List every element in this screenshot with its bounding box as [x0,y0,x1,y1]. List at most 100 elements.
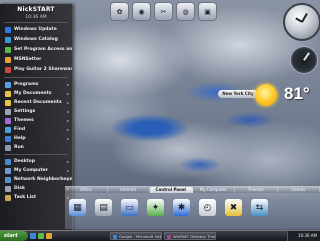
start-menu-header: NickSTART 10:36 AM [0,4,72,20]
msn-icon [5,57,11,63]
printer-icon[interactable]: ▤ [95,199,112,216]
submenu-arrow-icon: ▸ [67,116,69,125]
dock-msn-butterfly-button[interactable]: ✿ [110,2,129,21]
submenu-arrow-icon: ▸ [67,166,69,175]
menu-item-label: Set Program Access and ... [14,47,72,52]
ie-icon[interactable] [30,233,36,239]
menu-item-label: Help [14,136,26,141]
submenu-arrow-icon: ▸ [67,98,69,107]
menu-item-find[interactable]: Find▸ [0,125,72,134]
submenu-arrow-icon: ▸ [67,175,69,184]
tools-icon: ✂ [161,8,167,16]
menu-item-my-computer[interactable]: My Computer ▸ [0,166,72,175]
menu-item-network-neighborhood[interactable]: Network Neighborhood▸ [0,175,72,184]
menu-item-label: Settings [14,109,35,114]
quick-launch [30,233,52,239]
run-icon [5,145,11,151]
media-player-icon[interactable] [46,233,52,239]
taskbar: start Google - Microsoft Intern...WinRAR… [0,230,320,241]
menu-item-my-documents[interactable]: My Documents▸ [0,89,72,98]
menu-item-desktop[interactable]: Desktop ▸ [0,157,72,166]
menu-item-programs[interactable]: Programs ▸ [0,80,72,89]
network-icon[interactable]: ⇆ [251,199,268,216]
menu-item-windows-update[interactable]: Windows Update [0,25,72,35]
taskbar-button[interactable]: Google - Microsoft Intern... [110,232,162,240]
dock-globe-button[interactable]: ◍ [176,2,195,21]
menu-list: Programs▸My Documents▸Recent Documents▸S… [0,80,72,152]
submenu-arrow-icon: ▸ [67,134,69,143]
taskbar-button[interactable]: WinRAR: Desktop Theme... [164,232,216,240]
tab-my-computer[interactable]: My Computer [193,187,236,193]
tools-icon[interactable]: ✖ [225,199,242,216]
tab-control-panel[interactable]: Control Panel [150,187,193,193]
bottom-menu-list: Desktop▸My Computer▸Network Neighborhood… [0,157,72,202]
desktop-icon[interactable] [38,233,44,239]
add-remove-programs-icon[interactable]: ✦ [147,199,164,216]
start-menu: NickSTART 10:36 AM Windows UpdateWindows… [0,4,73,230]
guitar-icon [5,67,11,73]
globe-icon: ◍ [182,8,188,16]
pinned-list: Windows Update Windows Catalog Set Program… [0,25,72,75]
menu-item-label: Disk [14,186,25,191]
separator [4,77,68,78]
panel-tabs: OfficeInternetControl PanelMy ComputerTh… [65,187,320,194]
menu-item-run[interactable]: Run [0,143,72,152]
menu-item-label: Windows Catalog [14,37,58,42]
tab-internet[interactable]: Internet [108,187,151,193]
clock-icon[interactable]: ◴ [199,199,216,216]
menu-item-msnsetter[interactable]: MSNSetter [0,55,72,65]
user-name: NickSTART [0,6,72,13]
analog-clock-widget[interactable] [283,3,320,41]
menu-item-label: Network Neighborhood [14,177,72,182]
menu-item-label: Desktop [14,159,35,164]
taskbar-button-label: WinRAR: Desktop Theme... [173,234,216,239]
dock-eye-button[interactable]: ◉ [132,2,151,21]
window-icon: ▣ [204,8,211,16]
top-dock: ✿ ◉ ✂ ◍ ▣ [110,2,217,22]
display-icon[interactable]: ▦ [69,199,86,216]
programs-icon [5,82,11,88]
menu-item-windows-catalog[interactable]: Windows Catalog [0,35,72,45]
eye-icon: ◉ [138,8,144,16]
menu-item-themes[interactable]: Themes▸ [0,116,72,125]
tab-office[interactable]: Office [65,187,108,193]
submenu-arrow-icon: ▸ [67,80,69,89]
gauge-needle [303,52,309,60]
clock-minute-hand [295,18,302,23]
tab-games[interactable]: Games [278,187,320,193]
menu-item-label: Find [14,127,25,132]
folder-icon [5,91,11,97]
start-menu-time: 10:36 AM [0,15,72,20]
recent-documents-icon [5,100,11,106]
winrar-icon [167,235,171,239]
ie-icon [113,235,117,239]
separator [4,154,68,155]
menu-item-label: Programs [14,82,38,87]
cpu-gauge-widget[interactable] [290,46,318,74]
menu-item-set-program-access-and[interactable]: Set Program Access and ... [0,45,72,55]
submenu-arrow-icon: ▸ [67,107,69,116]
my-computer-icon [5,168,11,174]
menu-item-label: Windows Update [14,27,57,32]
sun-icon [255,84,277,106]
menu-item-settings[interactable]: Settings ▸ [0,107,72,116]
windows-update-icon [5,27,11,33]
menu-item-task-list[interactable]: Task List▸ [0,193,72,202]
menu-item-disk[interactable]: Disk▸ [0,184,72,193]
weather-location[interactable]: New York City [218,90,258,98]
submenu-arrow-icon: ▸ [67,157,69,166]
find-icon [5,127,11,133]
menu-item-help[interactable]: Help ▸ [0,134,72,143]
dock-tools-button[interactable]: ✂ [154,2,173,21]
menu-item-play-guitar-2-shareware[interactable]: Play Guitar 2 Shareware [0,65,72,75]
dock-window-button[interactable]: ▣ [198,2,217,21]
panel-icons: ▦ ▤ ▭ ✦ ✱ ◴ ✖ ⇆ [69,199,268,216]
menu-item-recent-documents[interactable]: Recent Documents▸ [0,98,72,107]
network-icon [5,177,11,183]
bluetooth-icon[interactable]: ✱ [173,199,190,216]
menu-item-label: My Computer [14,168,48,173]
settings-icon [5,109,11,115]
monitor-icon[interactable]: ▭ [121,199,138,216]
tab-themes[interactable]: Themes [235,187,278,193]
desktop-icon [5,159,11,165]
